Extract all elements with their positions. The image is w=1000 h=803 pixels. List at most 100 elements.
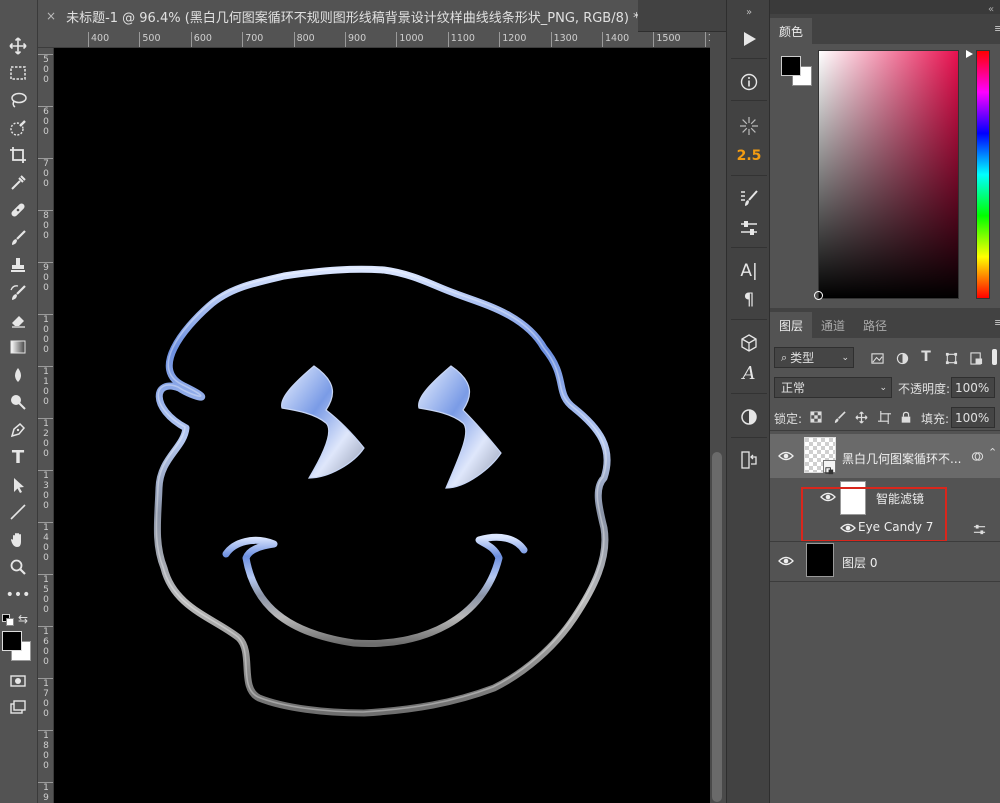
canvas[interactable] — [54, 48, 710, 803]
quick-mask-icon[interactable] — [4, 669, 32, 693]
stamp-icon[interactable] — [4, 253, 32, 277]
panel-collapse-icon[interactable]: « — [988, 4, 994, 15]
history-icon[interactable] — [733, 446, 765, 474]
expand-filters-chevron-icon[interactable]: ⌃ — [988, 446, 997, 459]
ruler-tick-label: 1 4 0 0 — [38, 522, 53, 563]
ruler-tick-label: 5 0 0 — [38, 54, 53, 85]
path-select-icon[interactable] — [4, 473, 32, 497]
play-action-icon[interactable] — [733, 25, 765, 53]
hand-icon[interactable] — [4, 528, 32, 552]
ruler-tick-label: 1 8 0 0 — [38, 730, 53, 771]
filter-pixel-layers-icon[interactable] — [869, 350, 885, 366]
blur-icon[interactable] — [4, 363, 32, 387]
color-panel-foreground-swatch[interactable] — [781, 56, 801, 76]
ruler-tick-label: 1300 — [550, 32, 578, 47]
ruler-tick-label: 1 9 0 0 — [38, 782, 53, 803]
screen-mode-icon[interactable] — [4, 696, 32, 720]
fill-label: 填充: — [921, 412, 950, 426]
gradient-icon[interactable] — [4, 335, 32, 359]
tab-layers[interactable]: 图层 — [770, 312, 813, 338]
filter-type-layers-icon[interactable]: T — [918, 349, 934, 365]
glyphs-icon[interactable]: A — [733, 359, 765, 387]
lock-image-pixels-icon[interactable] — [831, 409, 847, 425]
lock-transparent-pixels-icon[interactable] — [808, 409, 824, 425]
foreground-color-swatch[interactable] — [2, 631, 22, 651]
close-tab-button[interactable]: × — [46, 9, 56, 23]
brush-icon[interactable] — [4, 226, 32, 250]
filter-blending-options-icon[interactable] — [971, 521, 987, 537]
more-icon[interactable]: ••• — [4, 583, 32, 607]
ruler-tick-label: 9 0 0 — [38, 262, 53, 293]
eyedropper-icon[interactable] — [4, 171, 32, 195]
fill-value: 100% — [955, 410, 990, 425]
lasso-icon[interactable] — [4, 88, 32, 112]
ruler-tick-label: 1 2 0 0 — [38, 418, 53, 459]
eraser-icon[interactable] — [4, 308, 32, 332]
scrollbar-thumb[interactable] — [712, 452, 722, 802]
layer-row-smart-object[interactable]: 黑白几何图案循环不... ⌃ — [770, 434, 1000, 478]
smart-filters-indicator-icon[interactable] — [969, 448, 985, 464]
collapsed-panels-column: » 2.5 A| ¶ A — [726, 0, 770, 803]
move-icon[interactable] — [4, 34, 32, 58]
lock-artboard-icon[interactable] — [876, 409, 892, 425]
ruler-tick-label: 900 — [345, 32, 366, 47]
vertical-ruler: 5 0 0 6 0 0 7 0 0 8 0 0 9 0 0 1 0 0 0 1 1 0 0 1… — [38, 48, 54, 803]
layer-name[interactable]: 图层 0 — [842, 554, 877, 571]
layer-thumbnail — [804, 437, 836, 475]
color-panel-menu-icon[interactable]: ≡ — [994, 22, 1000, 35]
ruler-tick-label: 500 — [139, 32, 161, 47]
fill-input[interactable]: 100% — [951, 407, 995, 428]
color-adjust-icon[interactable] — [733, 403, 765, 431]
lock-position-icon[interactable] — [853, 409, 869, 425]
healing-icon[interactable] — [4, 198, 32, 222]
color-picker-field[interactable] — [818, 50, 959, 299]
3d-icon[interactable] — [733, 329, 765, 357]
default-colors-icon[interactable] — [2, 614, 14, 626]
hue-slider[interactable] — [976, 50, 990, 299]
color-panel-header: 颜色 — [770, 14, 1000, 44]
type-icon[interactable]: T — [4, 445, 32, 469]
document-tab[interactable]: × 未标题-1 @ 96.4% (黑白几何图案循环不规则图形线稿背景设计纹样曲线… — [38, 0, 638, 32]
adjustments-sliders-icon[interactable] — [733, 214, 765, 242]
layer-visibility-eye-icon[interactable] — [778, 450, 794, 462]
brush-presets-icon[interactable] — [733, 185, 765, 213]
layer-row-layer-0[interactable]: 图层 0 — [770, 542, 1000, 580]
blend-mode-value: 正常 — [781, 381, 806, 395]
canvas-vertical-scrollbar[interactable] — [710, 32, 726, 803]
zoom-icon[interactable] — [4, 555, 32, 579]
blend-mode-select[interactable]: 正常 ⌄ — [774, 377, 892, 398]
tab-channels[interactable]: 通道 — [812, 312, 854, 338]
paragraph-panel-icon[interactable]: ¶ — [733, 286, 765, 314]
chevron-down-icon: ⌄ — [879, 382, 887, 393]
filter-toggle-switch[interactable] — [992, 349, 997, 365]
layer-filter-kind-select[interactable]: ⌕ 类型 ⌄ — [774, 347, 854, 368]
dodge-icon[interactable] — [4, 390, 32, 414]
eye-candy-badge[interactable]: 2.5 — [733, 142, 765, 170]
document-title: 未标题-1 @ 96.4% (黑白几何图案循环不规则图形线稿背景设计纹样曲线线条… — [66, 10, 638, 26]
layers-panel-menu-icon[interactable]: ≡ — [994, 316, 1000, 329]
hue-slider-handle[interactable] — [966, 50, 973, 58]
lock-all-icon[interactable] — [898, 409, 914, 425]
tab-color[interactable]: 颜色 — [770, 18, 813, 44]
line-icon[interactable] — [4, 500, 32, 524]
filter-smart-objects-icon[interactable] — [968, 350, 984, 366]
brush-settings-icon[interactable] — [733, 112, 765, 140]
swap-colors-icon[interactable]: ⇆ — [18, 612, 28, 626]
quick-select-icon[interactable] — [4, 116, 32, 140]
filter-adjustment-layers-icon[interactable] — [894, 350, 910, 366]
history-brush-icon[interactable] — [4, 281, 32, 305]
pen-icon[interactable] — [4, 418, 32, 442]
color-picker-cursor[interactable] — [814, 291, 823, 300]
layer-visibility-eye-icon[interactable] — [778, 555, 794, 567]
character-panel-icon[interactable]: A| — [733, 257, 765, 285]
crop-icon[interactable] — [4, 143, 32, 167]
opacity-input[interactable]: 100% — [951, 377, 995, 398]
tab-paths[interactable]: 路径 — [854, 312, 896, 338]
ruler-tick-label: 6 0 0 — [38, 106, 53, 137]
opacity-label: 不透明度: — [898, 382, 951, 396]
collapse-arrows-icon[interactable]: » — [733, 5, 765, 19]
layer-name[interactable]: 黑白几何图案循环不... — [842, 450, 972, 467]
info-icon[interactable] — [733, 68, 765, 96]
marquee-icon[interactable] — [4, 61, 32, 85]
filter-shape-layers-icon[interactable] — [943, 350, 959, 366]
